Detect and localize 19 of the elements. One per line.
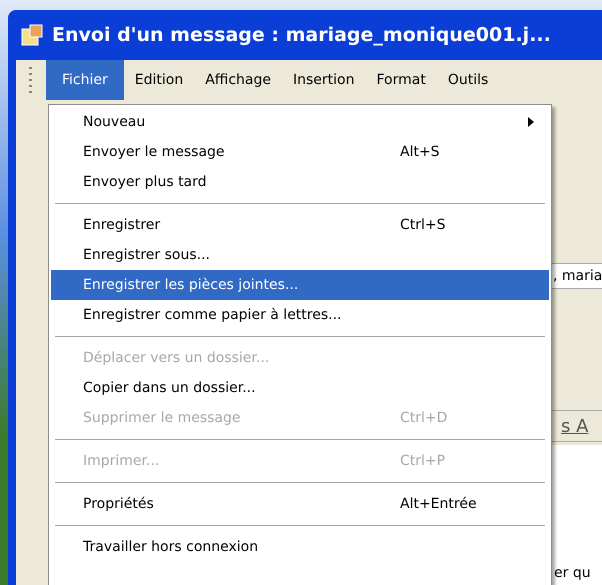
menu-title[interactable]: Edition bbox=[124, 60, 194, 100]
menu-item[interactable]: Enregistrer comme papier à lettres... bbox=[51, 300, 549, 330]
menu-title[interactable]: Format bbox=[365, 60, 437, 100]
menu-item[interactable]: Envoyer le message Alt+S bbox=[51, 137, 549, 167]
menu-item[interactable]: Enregistrer Ctrl+S bbox=[51, 210, 549, 240]
menu-item[interactable]: Copier dans un dossier... bbox=[51, 373, 549, 403]
menu-title[interactable]: Insertion bbox=[282, 60, 366, 100]
menu-item[interactable]: Travailler hors connexion bbox=[51, 532, 549, 562]
menu-title[interactable]: Affichage bbox=[194, 60, 282, 100]
menu-title[interactable]: Fichier bbox=[46, 60, 124, 100]
toolbar-grip-icon[interactable] bbox=[29, 67, 33, 93]
menu-item[interactable]: Enregistrer les pièces jointes... bbox=[51, 270, 549, 300]
menu-item[interactable]: Nouveau bbox=[51, 107, 549, 137]
menu-item[interactable]: Enregistrer sous... bbox=[51, 240, 549, 270]
window-title: Envoi d'un message : mariage_monique001.j... bbox=[52, 24, 551, 46]
message-body-text: er qu bbox=[553, 565, 592, 583]
menu-title[interactable]: Outils bbox=[436, 60, 500, 100]
menu-item[interactable]: Envoyer plus tard bbox=[51, 167, 549, 197]
menu-item[interactable]: Propriétés Alt+Entrée bbox=[51, 489, 549, 519]
